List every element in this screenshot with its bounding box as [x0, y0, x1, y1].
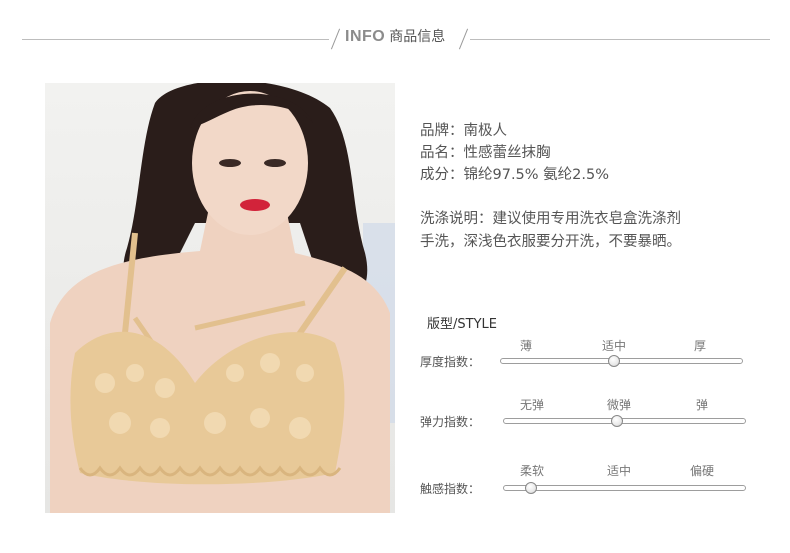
- elasticity-slider-track[interactable]: [503, 415, 746, 427]
- title-cn: 商品信息: [389, 29, 446, 45]
- thickness-tick-high: 厚: [693, 339, 706, 353]
- texture-tick-low: 柔软: [519, 464, 544, 478]
- texture-tick-mid: 适中: [606, 464, 631, 478]
- product-photo: [45, 83, 395, 513]
- thickness-tick-mid: 适中: [601, 339, 626, 353]
- title-en: INFO: [345, 28, 386, 45]
- texture-slider-knob[interactable]: [524, 482, 537, 494]
- info-wash-line1: 洗涤说明：建议使用专用洗衣皂盒洗涤剂: [420, 211, 681, 227]
- texture-label: 触感指数：: [420, 482, 481, 496]
- model-illustration: [50, 83, 395, 513]
- thickness-slider-track[interactable]: [500, 355, 743, 367]
- elasticity-tick-low: 无弹: [519, 398, 544, 412]
- page-title: INFO 商品信息: [345, 26, 445, 46]
- header-slash-right: [458, 28, 469, 50]
- header-rule-right: [470, 39, 770, 40]
- info-brand: 品牌：南极人: [420, 123, 507, 139]
- thickness-tick-low: 薄: [519, 339, 532, 353]
- elasticity-slider-knob[interactable]: [611, 415, 624, 427]
- style-title: 版型/STYLE: [427, 317, 497, 332]
- elasticity-label: 弹力指数：: [420, 415, 481, 429]
- thickness-slider-knob[interactable]: [608, 355, 621, 367]
- texture-tick-high: 偏硬: [689, 464, 714, 478]
- info-name: 品名：性感蕾丝抹胸: [420, 145, 551, 161]
- elasticity-tick-high: 弹: [695, 398, 708, 412]
- thickness-label: 厚度指数：: [420, 355, 481, 369]
- elasticity-tick-mid: 微弹: [606, 398, 631, 412]
- info-wash-line2: 手洗，深浅色衣服要分开洗，不要暴晒。: [420, 234, 681, 250]
- header-slash-left: [330, 28, 341, 50]
- info-material: 成分：锦纶97.5% 氨纶2.5%: [420, 167, 610, 183]
- texture-slider-track[interactable]: [503, 482, 746, 494]
- header-rule-left: [22, 39, 329, 40]
